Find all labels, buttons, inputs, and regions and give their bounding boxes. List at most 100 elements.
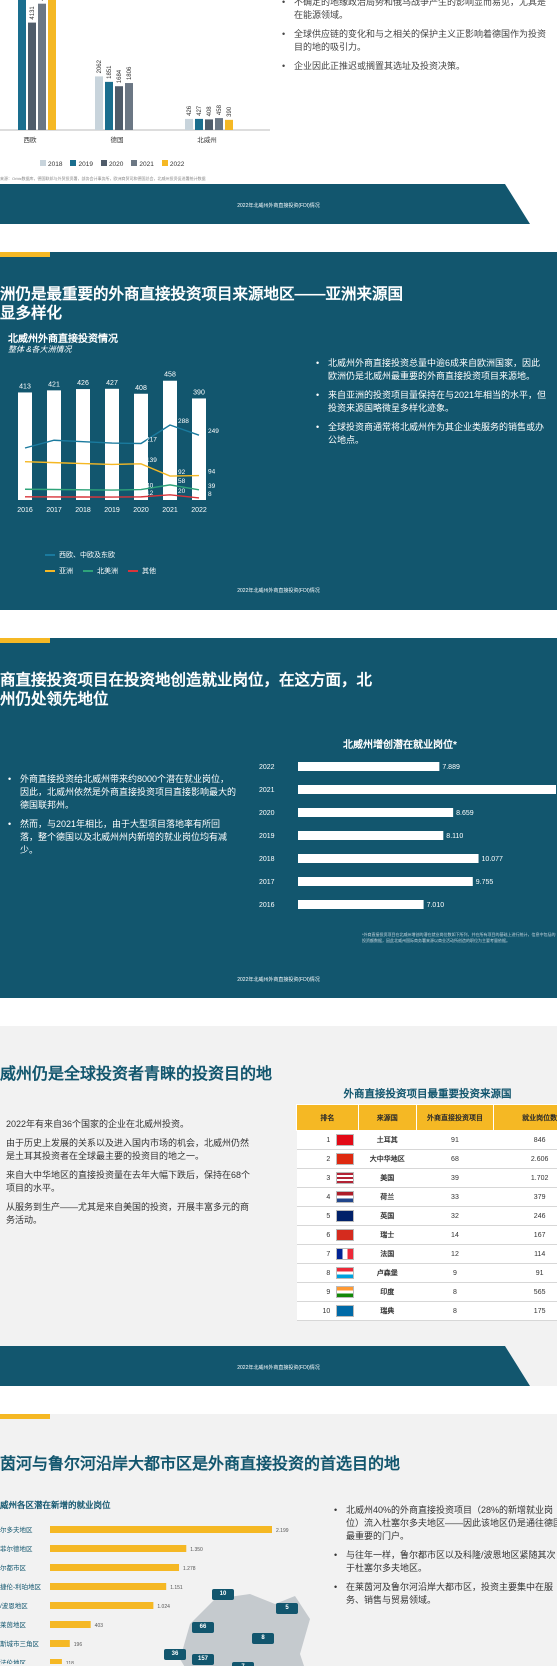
col-country: 来源国	[357, 1104, 417, 1131]
map-count-badge: 8	[252, 1633, 274, 1644]
cell-jobs: 175	[493, 1301, 557, 1321]
bar	[95, 76, 103, 130]
cell-country: 英国	[358, 1206, 417, 1226]
bar	[50, 1659, 62, 1664]
source-note: 来源：Orbis数据库，德国联邦与外贸投资署，部务会计事务所，欧洲商贸司和德国总…	[0, 176, 206, 181]
cell-jobs: 1.702	[493, 1168, 557, 1188]
slide-title: 洲仍是最重要的外商直接投资项目来源地区——亚洲来源国 显多样化	[0, 286, 403, 324]
bar-value-label: 7.889	[442, 764, 460, 771]
line-value-label: 249	[208, 428, 219, 435]
line-value-label: 139	[146, 457, 157, 464]
bullet-item: 2022年有来自36个国家的企业在北威州投资。	[0, 1118, 256, 1131]
legend-item: 北美洲	[83, 566, 118, 576]
bar	[298, 762, 440, 771]
bullet-item: 与往年一样，鲁尔都市区以及科隆/波恩地区紧随其次于杜塞尔多夫地区。	[334, 1549, 557, 1575]
cell-country: 瑞典	[358, 1301, 417, 1321]
cell-rank: 4	[296, 1187, 359, 1207]
cell-projects: 12	[416, 1244, 494, 1264]
cell-rank: 8	[296, 1263, 359, 1283]
bar-value-label: 196	[74, 1642, 83, 1648]
title-line: 商直接投资项目在投资地创造就业岗位，在这方面，北	[0, 672, 373, 689]
cell-country: 土耳其	[358, 1130, 417, 1150]
cell-jobs: 2.606	[493, 1149, 557, 1169]
cell-jobs: 379	[493, 1187, 557, 1207]
cell-jobs: 114	[493, 1244, 557, 1264]
cell-rank: 6	[296, 1225, 359, 1245]
bar-value-label: 2.199	[276, 1528, 289, 1534]
bar-value-label: 1851	[107, 65, 113, 79]
cell-rank: 1	[296, 1130, 359, 1150]
rank-number: 6	[326, 1231, 331, 1239]
y-tick-label: 2017	[259, 879, 275, 886]
chart-title: 北威州外商直接投资情况	[8, 334, 118, 345]
col-rank: 排名	[296, 1104, 359, 1131]
x-tick-label: 2016	[17, 507, 33, 514]
legend-swatch	[45, 570, 55, 573]
bar	[163, 380, 177, 500]
group-label: 德国	[111, 135, 124, 144]
bar	[48, 0, 56, 130]
bar	[47, 390, 61, 500]
legend-swatch	[161, 160, 168, 166]
bar	[50, 1621, 91, 1628]
x-tick-label: 2020	[133, 507, 149, 514]
legend-item: 亚洲	[45, 566, 73, 576]
cell-country: 美国	[358, 1168, 417, 1188]
bar	[298, 831, 444, 840]
bar	[215, 118, 223, 130]
y-tick-label: 2020	[259, 810, 275, 817]
jobs-bar-chart: 20227.889202114.20208.65920198.110201810…	[259, 762, 556, 909]
footnote: *外商直接投资项目在北威州增创的潜在就业岗位数如下所列，并在所有项目的基础上进行…	[362, 932, 556, 943]
cell-projects: 8	[416, 1282, 494, 1302]
line-value-label: 217	[146, 436, 157, 443]
bar-value-label: 458	[164, 372, 176, 379]
flag-icon	[336, 1172, 355, 1184]
rank-number: 4	[326, 1193, 331, 1201]
slide-europe-fdi: 5284131485853西欧2062185116841806德国4264274…	[0, 0, 557, 224]
rank-number: 9	[326, 1288, 331, 1296]
cell-country: 瑞士	[358, 1225, 417, 1245]
bar-value-label: 4131	[30, 6, 36, 20]
x-tick-label: 2022	[191, 507, 207, 514]
y-tick-label: 尔都市区	[0, 1563, 27, 1572]
cell-rank: 3	[296, 1168, 359, 1188]
col-jobs: 就业岗位数	[493, 1104, 557, 1131]
bar-value-label: 1806	[127, 66, 133, 80]
bar-value-label: 403	[95, 1623, 104, 1629]
legend-label: 北美洲	[97, 568, 118, 575]
bar	[115, 86, 123, 130]
group-label: 西欧	[24, 135, 38, 144]
bullet-list: 2022年有来自36个国家的企业在北威州投资。 由于历史上发展的关系以及进入国内…	[0, 1118, 256, 1233]
slide-title: 商直接投资项目在投资地创造就业岗位，在这方面，北 州仍处领先地位	[0, 672, 372, 710]
line-value-label: 94	[208, 469, 216, 476]
legend-swatch	[40, 160, 46, 166]
legend-item: 2022	[161, 160, 184, 168]
bullet-item: 来自亚洲的投资项目量保持在与2021年相当的水平，但投资来源国略微呈多样化迹象。	[316, 389, 548, 415]
x-tick-label: 2021	[162, 507, 178, 514]
line-value-label: 92	[178, 469, 186, 476]
flag-icon	[336, 1305, 355, 1317]
slide-jobs: 商直接投资项目在投资地创造就业岗位，在这方面，北 州仍处领先地位 外商直接投资给…	[0, 638, 557, 998]
table-row: 8 卢森堡 9 91	[296, 1263, 557, 1283]
table-header-row: 排名 来源国 外商直接投资项目 就业岗位数	[296, 1104, 557, 1131]
table-row: 3 美国 39 1.702	[296, 1168, 557, 1188]
bullet-item: 在莱茵河及鲁尔河沿岸大都市区，投资主要集中在服务、销售与贸易领域。	[334, 1581, 557, 1607]
table-row: 6 瑞士 14 167	[296, 1225, 557, 1245]
bar-value-label: 1684	[117, 69, 123, 83]
cell-projects: 39	[416, 1168, 494, 1188]
bar	[205, 119, 213, 130]
cell-country: 大中华地区	[358, 1149, 417, 1169]
bar-value-label: 8.659	[456, 810, 474, 817]
chart-legend: 2018 2019 2020 2021 2022	[40, 160, 184, 168]
table-row: 7 法国 12 114	[296, 1244, 557, 1264]
y-tick-label: 菲尔德地区	[0, 1544, 33, 1553]
cell-projects: 14	[416, 1225, 494, 1245]
cell-rank: 9	[296, 1282, 359, 1302]
bar-value-label: 427	[106, 380, 118, 387]
bar	[50, 1583, 167, 1590]
bar-value-label: 426	[187, 105, 193, 116]
bar-value-label: 427	[197, 105, 203, 116]
table-row: 2 大中华地区 68 2.606	[296, 1149, 557, 1169]
map-count-badge: 36	[164, 1649, 186, 1660]
bar	[298, 900, 424, 909]
